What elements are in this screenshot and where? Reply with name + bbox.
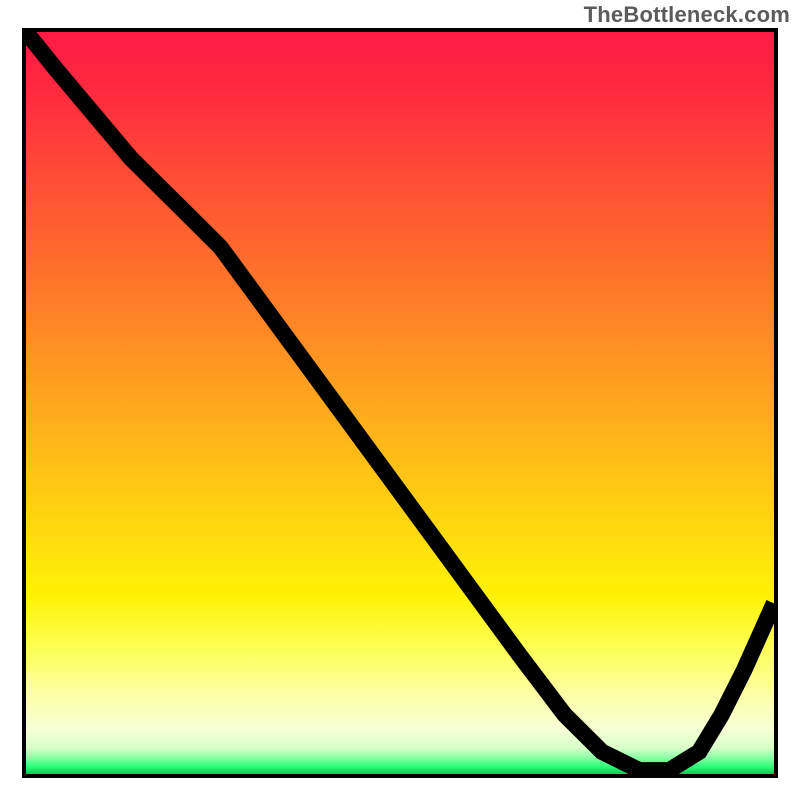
bottleneck-curve-path: [26, 32, 774, 770]
watermark-text: TheBottleneck.com: [584, 2, 790, 28]
curve-layer: [26, 32, 774, 774]
plot-area: [22, 28, 778, 778]
curve-svg: [26, 32, 774, 774]
chart-stage: TheBottleneck.com: [0, 0, 800, 800]
